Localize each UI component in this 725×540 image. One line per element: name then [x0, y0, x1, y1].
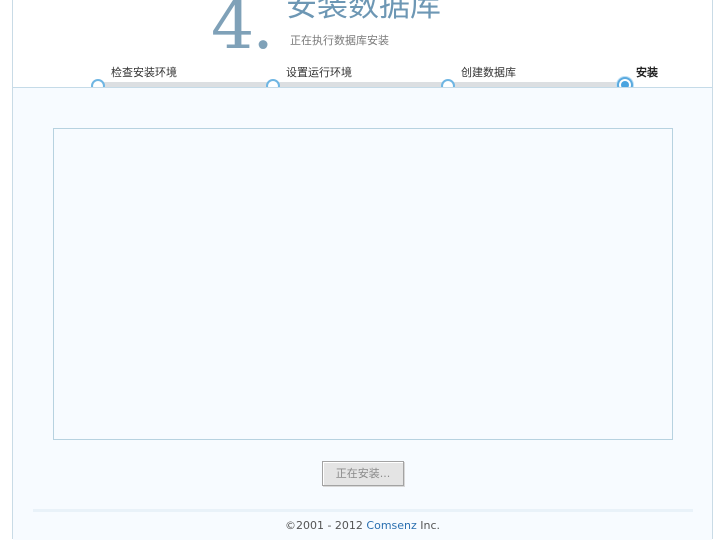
copyright-suffix: Inc.	[416, 519, 441, 532]
brand-link[interactable]: Comsenz	[366, 519, 416, 532]
footer-divider	[33, 509, 693, 512]
page-title: 安装数据库	[286, 0, 441, 24]
install-log-box[interactable]	[53, 128, 673, 440]
step-label-check-environment: 检查安装环境	[111, 66, 177, 79]
page-subtitle: 正在执行数据库安装	[290, 34, 389, 47]
main-content: 正在安装... ©2001 - 2012 Comsenz Inc.	[13, 87, 712, 540]
header: 4. 安装数据库 正在执行数据库安装 检查安装环境 设置运行环境 创建数据库 安…	[13, 0, 712, 93]
step-number: 4.	[211, 0, 274, 65]
step-label-install: 安装	[636, 66, 658, 79]
installer-window: 4. 安装数据库 正在执行数据库安装 检查安装环境 设置运行环境 创建数据库 安…	[12, 0, 713, 540]
copyright-text: ©2001 - 2012	[284, 519, 367, 532]
step-label-create-database: 创建数据库	[461, 66, 516, 79]
step-label-runtime-environment: 设置运行环境	[286, 66, 352, 79]
installing-button[interactable]: 正在安装...	[322, 461, 404, 486]
footer: ©2001 - 2012 Comsenz Inc.	[13, 519, 712, 532]
